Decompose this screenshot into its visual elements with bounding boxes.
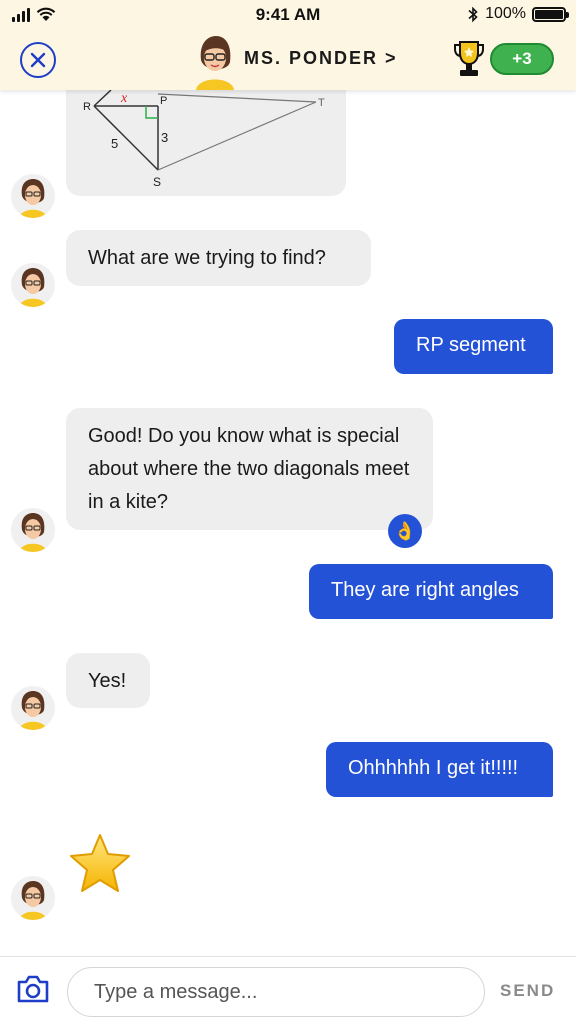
composer-bar: SEND [0,956,576,1024]
close-icon [30,52,46,68]
chat-header: MS. PONDER > +3 [0,30,576,90]
label-x: x [120,91,128,106]
student-message[interactable]: Ohhhhhh I get it!!!!! [326,742,553,797]
tutor-face-icon [19,179,47,218]
reaction-emoji: 👌 [393,520,417,541]
status-right: 100% [467,5,569,23]
student-message[interactable]: They are right angles [309,564,553,619]
label-ps: 3 [161,130,168,145]
message-list[interactable]: R x P T 5 3 S What are we trying to find… [0,90,576,956]
star-sticker-icon[interactable] [66,832,134,896]
message-text: Good! Do you know what is special about … [88,425,410,513]
tutor-avatar [11,508,55,552]
tutor-face-icon [19,513,47,552]
message-text: They are right angles [331,579,519,601]
tutor-message[interactable]: What are we trying to find? [66,230,371,286]
battery-percent: 100% [485,5,526,22]
status-bar: 9:41 AM 100% [0,0,576,30]
student-message[interactable]: RP segment [394,319,553,374]
message-text: Ohhhhhh I get it!!!!! [348,757,519,779]
tutor-avatar-icon[interactable] [192,34,238,90]
label-p: P [160,95,167,107]
tutor-face-icon [19,691,47,730]
battery-level [535,9,563,19]
camera-icon[interactable] [16,974,50,1004]
tutor-avatar [11,876,55,920]
tutor-face-icon [19,881,47,920]
tutor-avatar [11,174,55,218]
close-button[interactable] [20,42,56,78]
tutor-name[interactable]: MS. PONDER > [244,48,398,69]
tutor-avatar [11,686,55,730]
tutor-message[interactable]: Yes! [66,653,150,708]
tutor-avatar [11,263,55,307]
ok-hand-reaction-icon[interactable]: 👌 [388,514,422,548]
send-button[interactable]: SEND [500,981,555,1001]
message-text: RP segment [416,334,526,356]
message-text: Yes! [88,670,127,692]
trophy-icon[interactable] [452,39,486,79]
message-input[interactable] [67,967,485,1017]
battery-icon [532,6,569,22]
message-text: What are we trying to find? [88,247,326,269]
label-t: T [318,97,325,109]
diagram-image[interactable]: R x P T 5 3 S [66,90,346,196]
tutor-face-icon [19,268,47,307]
label-r: R [83,101,91,113]
label-s: S [153,175,161,189]
kite-diagram: R x P T 5 3 S [83,90,325,189]
points-badge: +3 [490,43,554,75]
label-rs: 5 [111,136,118,151]
chat-screen: 9:41 AM 100% MS. PONDER > +3 R x P T 5 3… [0,0,576,1024]
tutor-message[interactable]: Good! Do you know what is special about … [66,408,433,530]
bluetooth-icon [468,6,478,22]
